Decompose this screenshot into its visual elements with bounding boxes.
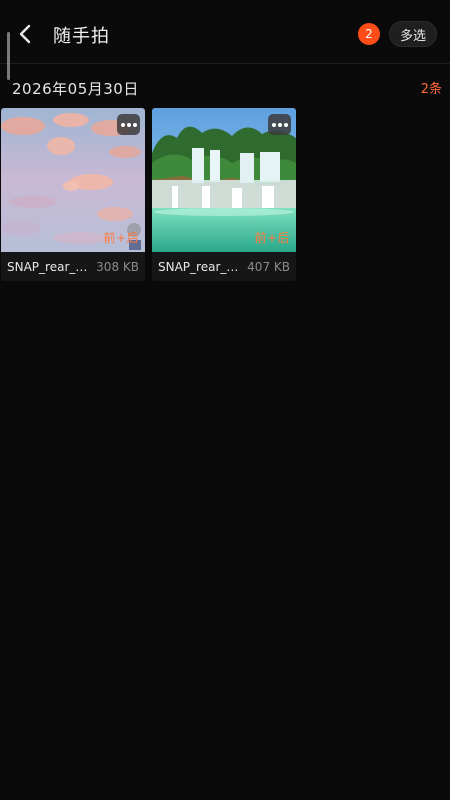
photo-card[interactable]: 前+后 SNAP_rear_2… 308 KB — [1, 108, 145, 281]
dot-icon — [277, 122, 282, 127]
dot-icon — [283, 122, 288, 127]
section-count: 2条 — [420, 82, 442, 97]
dot-icon — [120, 122, 125, 127]
front-back-tag: 前+后 — [103, 231, 139, 245]
file-size: 407 KB — [247, 259, 290, 274]
dot-icon — [126, 122, 131, 127]
scroll-indicator[interactable] — [7, 32, 10, 80]
photo-thumbnail[interactable]: 前+后 — [152, 108, 296, 252]
more-options-button[interactable] — [268, 114, 291, 135]
app-root: 随手拍 2 多选 2026年05月30日 2条 前+后 SNAP_rear_2…… — [0, 0, 450, 800]
top-bar: 随手拍 2 多选 — [0, 0, 450, 64]
page-title: 随手拍 — [53, 26, 110, 47]
back-button[interactable] — [12, 20, 40, 48]
photo-meta: SNAP_rear_2… 308 KB — [1, 252, 145, 281]
photo-card[interactable]: 前+后 SNAP_rear_2… 407 KB — [152, 108, 296, 281]
file-size: 308 KB — [96, 259, 139, 274]
multi-select-button[interactable]: 多选 — [389, 21, 437, 47]
dot-icon — [132, 122, 137, 127]
chevron-left-icon — [19, 24, 31, 44]
file-name: SNAP_rear_2… — [158, 259, 246, 274]
dot-icon — [271, 122, 276, 127]
photo-thumbnail[interactable]: 前+后 — [1, 108, 145, 252]
file-name: SNAP_rear_2… — [7, 259, 95, 274]
section-date: 2026年05月30日 — [12, 80, 139, 98]
photo-meta: SNAP_rear_2… 407 KB — [152, 252, 296, 281]
selection-count-badge: 2 — [358, 23, 380, 45]
more-options-button[interactable] — [117, 114, 140, 135]
front-back-tag: 前+后 — [254, 231, 290, 245]
